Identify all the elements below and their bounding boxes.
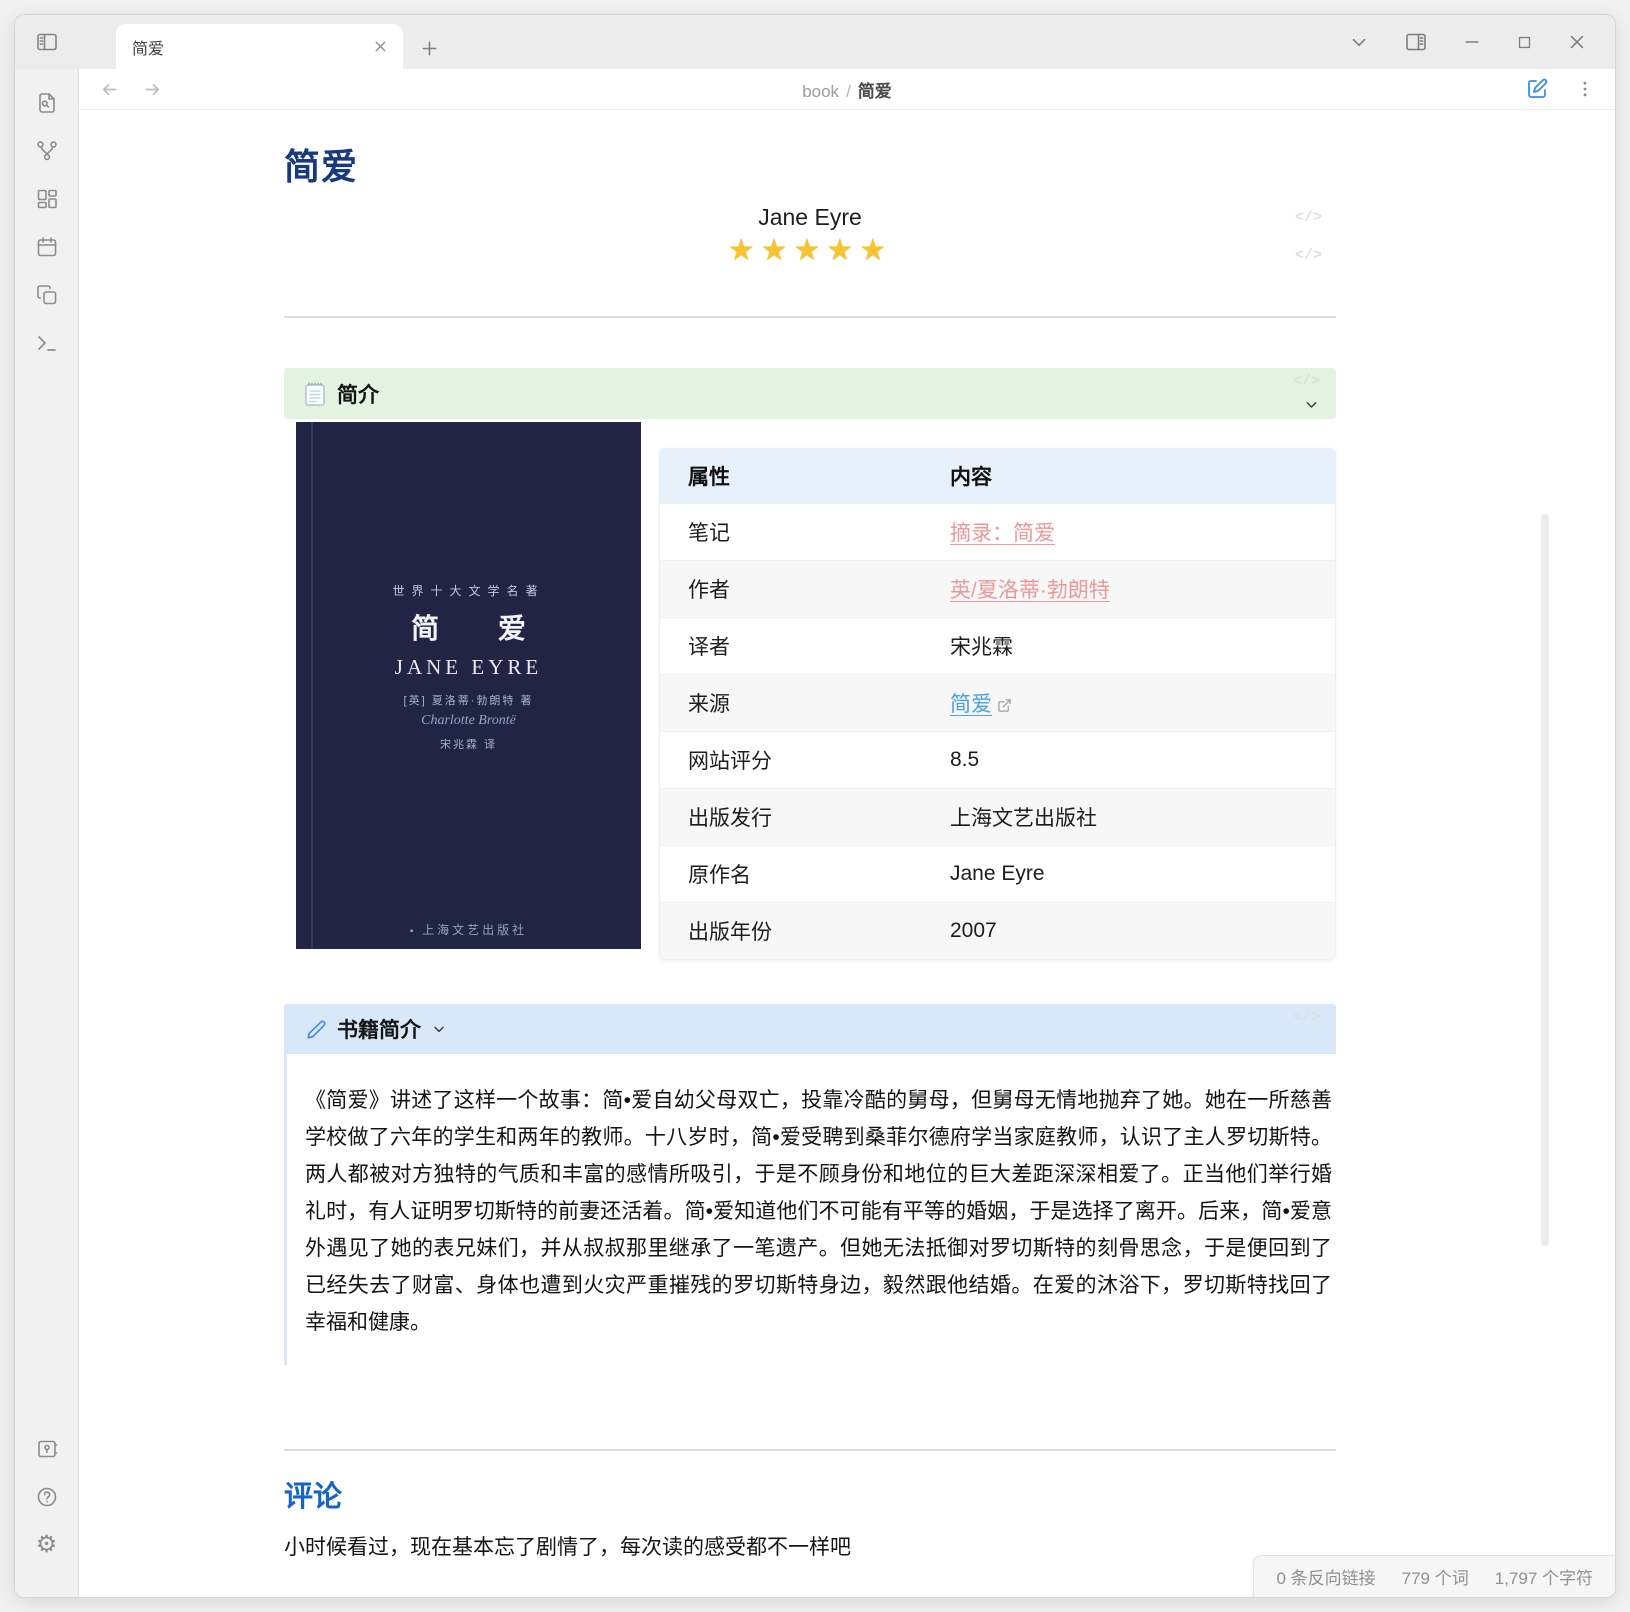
tab-bar: 简爱 — [15, 15, 1615, 69]
cover-author-line: [英] 夏洛蒂·勃朗特 著 — [296, 692, 641, 708]
breadcrumb-folder[interactable]: book — [802, 82, 839, 101]
author-link[interactable]: 英/夏洛蒂·勃朗特 — [950, 579, 1110, 602]
summary-callout: 书籍简介 </> 《简爱》讲述了这样一个故事：简•爱自幼父母双亡，投靠冷酷的舅母… — [284, 1004, 1336, 1365]
table-header-content: 内容 — [922, 449, 1335, 504]
table-row: 出版年份 2007 — [660, 903, 1335, 960]
character-count[interactable]: 1,797 个字符 — [1495, 1564, 1593, 1589]
back-arrow-icon[interactable] — [99, 79, 120, 100]
breadcrumb-current: 简爱 — [858, 82, 892, 101]
backlinks-count[interactable]: 0 条反向链接 — [1276, 1564, 1375, 1589]
property-table: 属性 内容 笔记 摘录：简爱 — [659, 448, 1336, 960]
divider — [284, 1449, 1336, 1451]
table-row: 译者 宋兆霖 — [660, 618, 1335, 675]
cover-translator-line: 宋兆霖 译 — [296, 736, 641, 752]
cover-title-cn: 简爱 — [296, 607, 641, 647]
summary-callout-header[interactable]: 书籍简介 </> — [284, 1004, 1336, 1054]
book-subtitle: Jane Eyre — [284, 204, 1336, 231]
comment-text: 小时候看过，现在基本忘了剧情了，每次读的感受都不一样吧 — [284, 1531, 1336, 1561]
cover-author-en: Charlotte Brontë — [296, 713, 641, 729]
cover-publisher: 上海文艺出版社 — [296, 921, 641, 938]
tab-title: 简爱 — [132, 35, 372, 59]
source-link[interactable]: 简爱 — [950, 693, 992, 716]
table-row: 原作名 Jane Eyre — [660, 846, 1335, 903]
book-cover-image: 世界十大文学名著 简爱 JANE EYRE [英] 夏洛蒂·勃朗特 著 Char… — [296, 422, 641, 949]
calendar-icon[interactable] — [35, 235, 59, 259]
file-search-icon[interactable] — [35, 91, 59, 115]
terminal-icon[interactable] — [35, 331, 59, 355]
code-block-edit-icon[interactable]: </> — [1295, 248, 1322, 263]
edit-mode-icon[interactable] — [1525, 77, 1549, 101]
dashboard-icon[interactable] — [35, 187, 59, 211]
left-sidebar-toggle-icon[interactable] — [35, 30, 59, 54]
view-header: book/简爱 — [79, 69, 1615, 110]
code-block-edit-icon[interactable]: </> — [1295, 210, 1322, 225]
cover-series-text: 世界十大文学名著 — [296, 582, 641, 599]
left-ribbon: ⚙ — [15, 69, 79, 1597]
comments-heading: 评论 — [284, 1473, 1336, 1515]
breadcrumb: book/简爱 — [79, 77, 1615, 102]
summary-text: 《简爱》讲述了这样一个故事：简•爱自幼父母双亡，投靠冷酷的舅母，但舅母无情地抛弃… — [284, 1054, 1336, 1365]
table-row: 来源 简爱 — [660, 675, 1335, 732]
chevron-down-icon[interactable] — [431, 1021, 447, 1037]
word-count[interactable]: 779 个词 — [1402, 1564, 1469, 1589]
close-window-icon[interactable] — [1567, 32, 1587, 52]
vault-icon[interactable] — [35, 1437, 59, 1461]
table-row: 出版发行 上海文艺出版社 — [660, 789, 1335, 846]
notepad-icon — [304, 381, 326, 407]
tab-list-chevron-icon[interactable] — [1348, 31, 1370, 53]
intro-callout-header[interactable]: 简介 </> — [284, 368, 1336, 419]
external-link-icon — [997, 698, 1012, 713]
minimize-icon[interactable] — [1462, 32, 1482, 52]
pencil-icon — [306, 1019, 327, 1040]
table-header-attr: 属性 — [660, 449, 922, 504]
tab-close-icon[interactable] — [372, 38, 389, 55]
table-row: 网站评分 8.5 — [660, 732, 1335, 789]
cover-title-en: JANE EYRE — [296, 655, 641, 680]
status-bar: 0 条反向链接 779 个词 1,797 个字符 — [1253, 1555, 1615, 1597]
summary-callout-title: 书籍简介 — [337, 1014, 421, 1044]
intro-callout: 简介 </> 世界十大文学名著 简爱 JANE EYRE — [284, 368, 1336, 960]
scrollbar[interactable] — [1541, 514, 1549, 1246]
settings-gear-icon[interactable]: ⚙ — [36, 1533, 58, 1557]
chevron-down-icon[interactable] — [1303, 396, 1320, 413]
table-row: 笔记 摘录：简爱 — [660, 504, 1335, 561]
new-tab-button[interactable] — [419, 38, 440, 59]
editor-pane: book/简爱 简爱 — [79, 69, 1615, 1597]
table-row: 作者 英/夏洛蒂·勃朗特 — [660, 561, 1335, 618]
page-title: 简爱 — [284, 138, 1336, 190]
help-icon[interactable] — [35, 1485, 59, 1509]
divider — [284, 316, 1336, 318]
maximize-icon[interactable] — [1516, 34, 1533, 51]
note-scroll-area[interactable]: 简爱 Jane Eyre ★★★★★ </> </> — [79, 110, 1615, 1597]
app-window: 简爱 — [14, 14, 1616, 1598]
tab-jane-eyre[interactable]: 简爱 — [116, 24, 403, 69]
forward-arrow-icon[interactable] — [142, 79, 163, 100]
more-options-icon[interactable] — [1575, 79, 1595, 99]
rating-stars: ★★★★★ — [284, 233, 1336, 268]
right-sidebar-toggle-icon[interactable] — [1404, 30, 1428, 54]
copy-files-icon[interactable] — [35, 283, 59, 307]
note-link[interactable]: 摘录：简爱 — [950, 522, 1055, 545]
intro-callout-title: 简介 — [337, 379, 379, 409]
code-block-edit-icon[interactable]: </> — [1293, 374, 1320, 389]
code-block-edit-icon[interactable]: </> — [1293, 1010, 1320, 1025]
graph-view-icon[interactable] — [35, 139, 59, 163]
